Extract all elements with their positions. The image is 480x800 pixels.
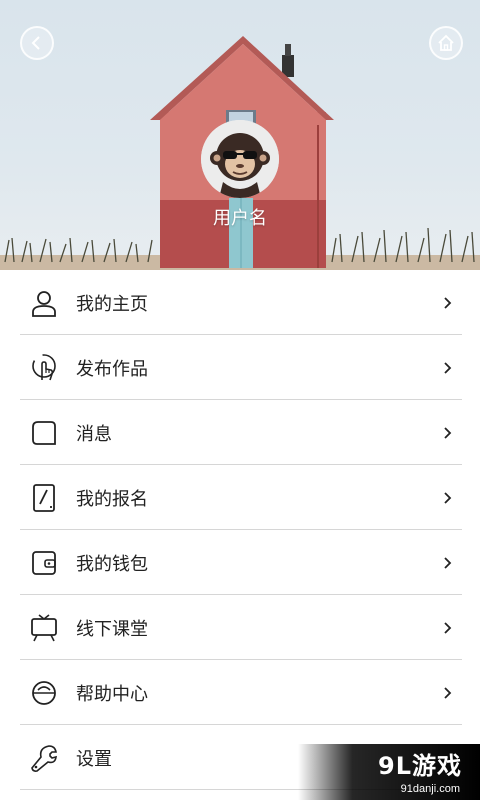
chevron-left-icon	[31, 36, 40, 50]
menu-item-offline-class[interactable]: 线下课堂	[0, 595, 480, 660]
chevron-right-icon	[444, 621, 452, 634]
message-icon	[28, 417, 60, 449]
home-icon	[438, 34, 454, 51]
avatar[interactable]	[201, 120, 279, 198]
monkey-avatar-icon	[201, 120, 279, 198]
chevron-right-icon	[444, 361, 452, 374]
user-icon	[28, 287, 60, 319]
wrench-icon	[28, 742, 60, 774]
chevron-right-icon	[444, 296, 452, 309]
chevron-right-icon	[444, 556, 452, 569]
menu-item-label: 我的报名	[76, 488, 148, 510]
menu-item-label: 设置	[76, 748, 112, 770]
menu-item-label: 发布作品	[76, 358, 148, 380]
watermark-logo: 9L游戏	[378, 752, 462, 780]
wallet-icon	[28, 547, 60, 579]
menu-item-my-wallet[interactable]: 我的钱包	[0, 530, 480, 595]
signup-icon	[28, 482, 60, 514]
chevron-right-icon	[444, 686, 452, 699]
hand-pointer-icon	[28, 352, 60, 384]
profile-header: 用户名	[0, 0, 480, 270]
menu-item-publish-work[interactable]: 发布作品	[0, 335, 480, 400]
menu-item-label: 帮助中心	[76, 683, 148, 705]
menu-list: 我的主页 发布作品 消息 我的报名 我的钱包 线下课堂 帮助中心 设置	[0, 270, 480, 790]
chevron-right-icon	[444, 426, 452, 439]
menu-item-label: 我的钱包	[76, 553, 148, 575]
menu-item-label: 消息	[76, 423, 112, 445]
watermark: 9L游戏 91danji.com	[298, 744, 480, 800]
easel-icon	[28, 612, 60, 644]
menu-item-label: 我的主页	[76, 293, 148, 315]
menu-item-label: 线下课堂	[76, 618, 148, 640]
home-button[interactable]	[429, 26, 463, 60]
help-icon	[28, 677, 60, 709]
profile-screen: 用户名 我的主页 发布作品 消息 我的报名 我的钱包 线下课堂 帮助中心 设置 …	[0, 0, 480, 800]
chevron-right-icon	[444, 491, 452, 504]
watermark-url: 91danji.com	[400, 783, 460, 795]
menu-item-my-homepage[interactable]: 我的主页	[0, 270, 480, 335]
menu-item-messages[interactable]: 消息	[0, 400, 480, 465]
back-button[interactable]	[20, 26, 54, 60]
menu-item-help-center[interactable]: 帮助中心	[0, 660, 480, 725]
menu-item-my-signups[interactable]: 我的报名	[0, 465, 480, 530]
username-label: 用户名	[213, 208, 267, 229]
